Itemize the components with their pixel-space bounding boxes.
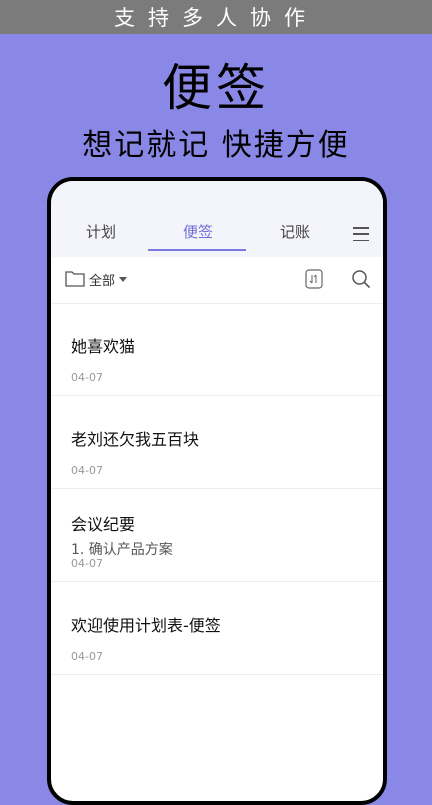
note-item[interactable]: 会议纪要 1. 确认产品方案 04-07 bbox=[51, 489, 383, 582]
notes-toolbar: 全部 bbox=[51, 257, 383, 304]
search-icon[interactable] bbox=[351, 269, 371, 289]
note-body: 1. 确认产品方案 bbox=[71, 542, 173, 558]
chevron-down-icon[interactable] bbox=[119, 277, 127, 283]
active-tab-indicator bbox=[148, 249, 246, 251]
note-date: 04-07 bbox=[71, 371, 103, 384]
promo-banner: 支持多人协作 bbox=[0, 0, 432, 34]
notes-list: 她喜欢猫 04-07 老刘还欠我五百块 04-07 会议纪要 1. 确认产品方案… bbox=[51, 303, 383, 675]
tab-bar: 计划 便签 记账 bbox=[51, 181, 383, 257]
note-date: 04-07 bbox=[71, 650, 103, 663]
folder-icon[interactable] bbox=[65, 269, 85, 287]
note-title: 会议纪要 bbox=[71, 515, 136, 534]
menu-icon[interactable] bbox=[353, 227, 369, 241]
note-title: 老刘还欠我五百块 bbox=[71, 430, 200, 449]
hero-title: 便签 bbox=[162, 59, 270, 117]
note-item[interactable]: 老刘还欠我五百块 04-07 bbox=[51, 396, 383, 489]
phone-frame: 计划 便签 记账 全部 她喜欢猫 04-07 老刘还欠我五百块 04-07 会议… bbox=[47, 177, 387, 805]
folder-filter-label[interactable]: 全部 bbox=[89, 270, 115, 289]
note-item[interactable]: 欢迎使用计划表-便签 04-07 bbox=[51, 582, 383, 675]
note-date: 04-07 bbox=[71, 464, 103, 477]
note-date: 04-07 bbox=[71, 557, 103, 570]
promo-banner-text: 支持多人协作 bbox=[114, 6, 318, 30]
hero-subtitle: 想记就记 快捷方便 bbox=[82, 128, 350, 163]
note-item[interactable]: 她喜欢猫 04-07 bbox=[51, 303, 383, 396]
tab-notes[interactable]: 便签 bbox=[183, 221, 213, 242]
tab-accounting[interactable]: 记账 bbox=[280, 221, 310, 242]
note-title: 欢迎使用计划表-便签 bbox=[71, 616, 221, 635]
sort-icon[interactable] bbox=[305, 269, 323, 289]
tab-plan[interactable]: 计划 bbox=[86, 221, 116, 242]
note-title: 她喜欢猫 bbox=[71, 337, 136, 356]
